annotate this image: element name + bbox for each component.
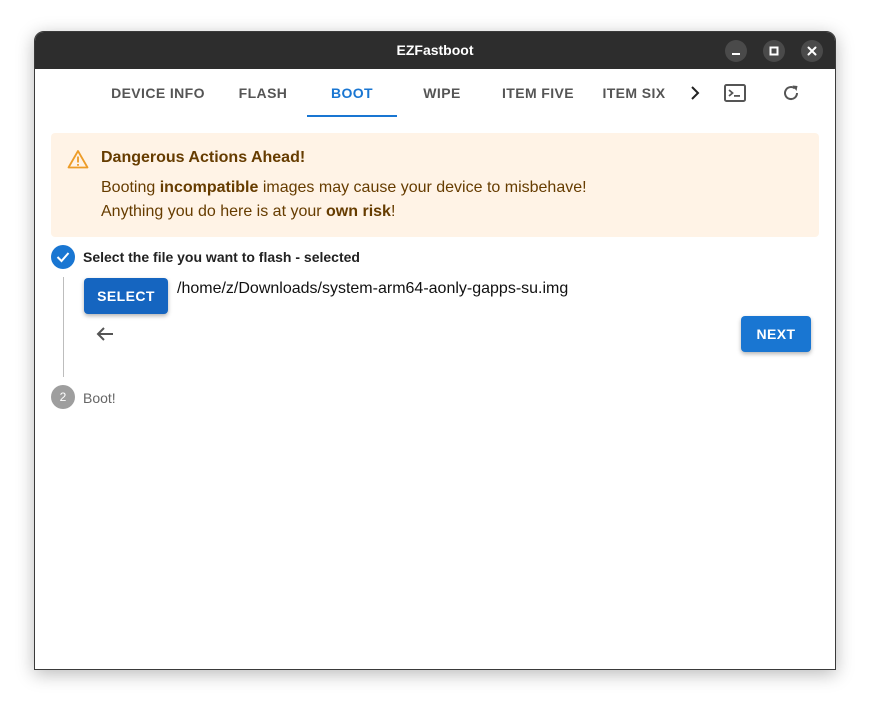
- alert-line-2: Anything you do here is at your own risk…: [101, 203, 396, 220]
- warning-icon: [67, 149, 89, 174]
- tab-item-five[interactable]: ITEM FIVE: [491, 69, 585, 117]
- next-button[interactable]: NEXT: [741, 316, 811, 352]
- refresh-button[interactable]: [771, 69, 811, 117]
- back-button[interactable]: [93, 322, 117, 346]
- tab-boot[interactable]: BOOT: [307, 69, 397, 117]
- selected-file-path: /home/z/Downloads/system-arm64-aonly-gap…: [177, 280, 569, 297]
- step-2-indicator: 2: [51, 385, 75, 409]
- maximize-button[interactable]: [763, 40, 785, 62]
- active-tab-indicator: [307, 115, 397, 117]
- checkmark-icon: [56, 252, 70, 263]
- warning-alert: Dangerous Actions Ahead! Booting incompa…: [51, 133, 819, 237]
- tab-wipe[interactable]: WIPE: [401, 69, 483, 117]
- close-button[interactable]: [801, 40, 823, 62]
- refresh-icon: [784, 85, 799, 101]
- terminal-button[interactable]: [715, 69, 755, 117]
- window-title: EZFastboot: [396, 42, 474, 58]
- tab-item-six[interactable]: ITEM SIX: [593, 69, 675, 117]
- tab-flash[interactable]: FLASH: [223, 69, 303, 117]
- arrow-left-icon: [96, 327, 113, 341]
- chevron-right-icon: [691, 86, 700, 100]
- step-2-label: Boot!: [83, 390, 116, 406]
- minimize-button[interactable]: [725, 40, 747, 62]
- step-connector: [63, 277, 64, 377]
- step-1-label: Select the file you want to flash - sele…: [83, 249, 360, 265]
- app-window: EZFastboot DEVICE INFO FLASH BOOT WIPE I…: [34, 31, 836, 670]
- terminal-icon: [724, 84, 746, 102]
- maximize-icon: [769, 46, 779, 56]
- alert-line-1: Booting incompatible images may cause yo…: [101, 179, 587, 196]
- tab-scroll-right-button[interactable]: [687, 69, 703, 117]
- step-1-complete-indicator: [51, 245, 75, 269]
- alert-title: Dangerous Actions Ahead!: [101, 149, 306, 166]
- select-file-button[interactable]: SELECT: [84, 278, 168, 314]
- tab-device-info[interactable]: DEVICE INFO: [101, 69, 215, 117]
- minimize-icon: [732, 53, 740, 55]
- title-bar[interactable]: EZFastboot: [35, 32, 835, 69]
- close-icon: [807, 46, 817, 56]
